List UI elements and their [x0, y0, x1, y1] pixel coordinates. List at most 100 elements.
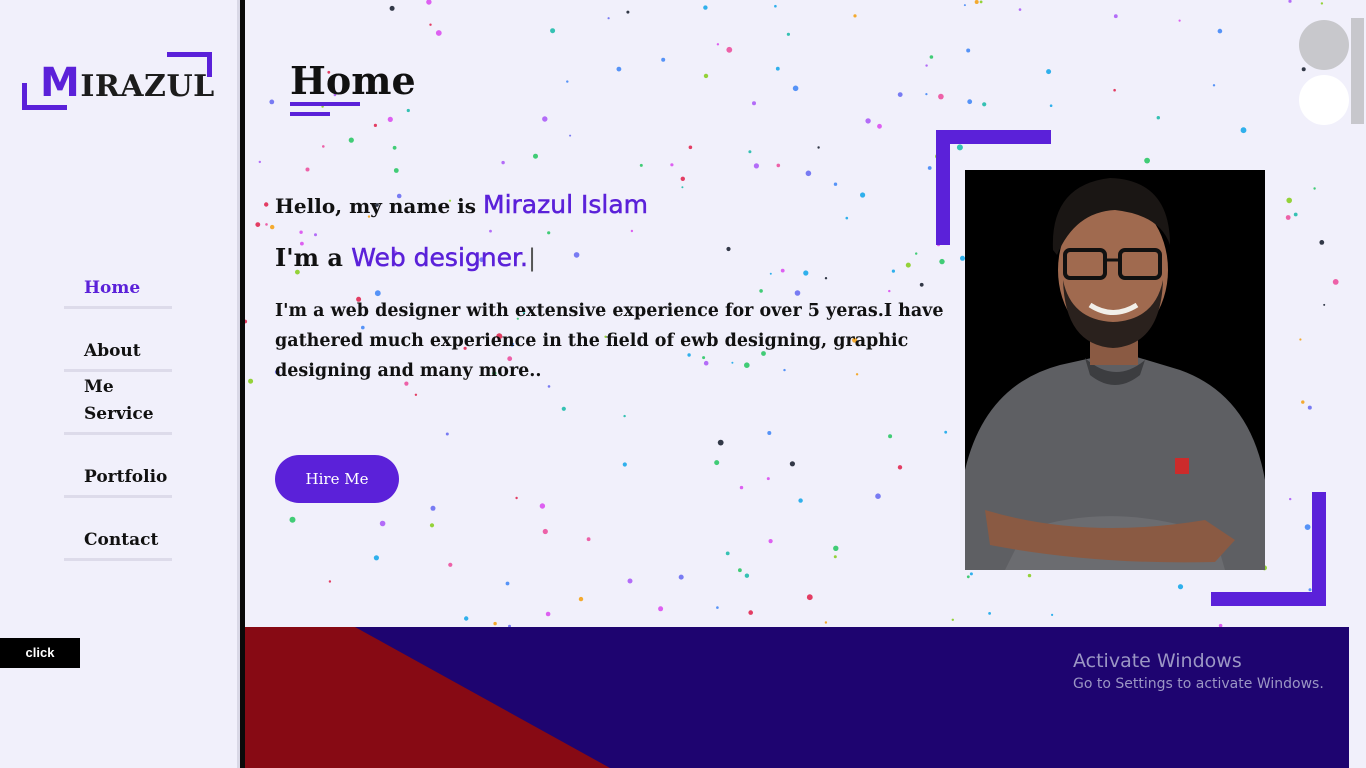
confetti-dot [566, 80, 569, 83]
confetti-dot [1319, 240, 1325, 245]
logo-text: MIRAZUL [40, 60, 215, 106]
confetti-dot [1046, 69, 1052, 75]
confetti-dot [845, 216, 849, 220]
confetti-dot [703, 73, 709, 79]
confetti-dot [464, 616, 469, 621]
confetti-dot [622, 462, 627, 467]
confetti-dot [967, 99, 973, 105]
confetti-dot [627, 578, 633, 584]
confetti-dot [974, 0, 979, 4]
confetti-dot [853, 14, 857, 18]
confetti-dot [1285, 215, 1291, 220]
page-title: Home [290, 58, 416, 103]
confetti-dot [726, 46, 733, 53]
logo[interactable]: MIRAZUL [22, 52, 215, 110]
confetti-dot [630, 229, 634, 233]
confetti-dot [888, 289, 891, 293]
nav-item-about-me[interactable]: About Me [64, 333, 172, 397]
confetti-dot [269, 99, 275, 105]
confetti-dot [714, 460, 720, 466]
confetti-dot [944, 430, 948, 434]
photo-frame-right [1312, 492, 1326, 606]
footer-shapes [245, 627, 610, 768]
confetti-dot [716, 43, 720, 46]
confetti-dot [775, 66, 780, 71]
greeting: Hello, my name is Mirazul Islam [275, 190, 648, 220]
confetti-dot [1332, 279, 1339, 285]
confetti-dot [688, 145, 693, 150]
sidebar: MIRAZUL Home About Me Service Portfolio … [0, 0, 236, 768]
photo-frame-bottom [1211, 592, 1326, 606]
confetti-dot [817, 146, 820, 149]
confetti-dot [739, 485, 744, 490]
confetti-dot [1217, 28, 1223, 34]
confetti-dot [1240, 127, 1247, 134]
hire-me-button[interactable]: Hire Me [275, 455, 399, 503]
confetti-dot [1027, 573, 1032, 578]
confetti-dot [963, 4, 966, 7]
confetti-dot [725, 551, 730, 556]
confetti-dot [493, 621, 497, 626]
theme-toggle-light[interactable] [1299, 75, 1349, 125]
nav-item-contact[interactable]: Contact [64, 522, 172, 561]
profession: Web designer. [351, 243, 528, 273]
confetti-dot [982, 102, 987, 107]
confetti-dot [703, 5, 708, 10]
confetti-dot [586, 537, 591, 542]
confetti-dot [448, 562, 453, 567]
confetti-dot [1323, 303, 1326, 306]
confetti-dot [768, 539, 773, 544]
confetti-dot [1307, 405, 1312, 410]
nav-item-service[interactable]: Service [64, 396, 172, 435]
confetti-dot [299, 230, 303, 234]
confetti-dot [744, 573, 750, 578]
confetti-dot [806, 594, 813, 601]
confetti-dot [270, 224, 275, 230]
confetti-dot [429, 23, 432, 26]
confetti-dot [623, 414, 626, 418]
activation-title: Activate Windows [1073, 650, 1242, 672]
confetti-dot [578, 596, 584, 602]
confetti-dot [966, 575, 970, 579]
logo-first-letter: M [40, 60, 81, 106]
confetti-dot [258, 160, 261, 164]
confetti-dot [1301, 67, 1306, 72]
scrollbar-thumb[interactable] [1351, 18, 1364, 124]
theme-toggle-dark[interactable] [1299, 20, 1349, 70]
confetti-dot [393, 168, 399, 173]
windows-activation-watermark: Activate Windows Go to Settings to activ… [1073, 650, 1324, 692]
confetti-dot [430, 505, 436, 511]
confetti-dot [539, 503, 546, 509]
confetti-dot [726, 246, 731, 252]
confetti-dot [1156, 116, 1160, 120]
role-line: I'm a Web designer.| [275, 243, 536, 273]
confetti-dot [626, 10, 630, 14]
confetti-dot [833, 555, 837, 559]
confetti-dot [792, 85, 799, 92]
confetti-dot [542, 116, 548, 122]
confetti-dot [658, 606, 664, 612]
confetti-dot [966, 48, 971, 53]
confetti-dot [875, 493, 881, 500]
confetti-dot [716, 606, 719, 609]
confetti-dot [392, 145, 397, 150]
confetti-dot [780, 268, 785, 273]
confetti-dot [426, 0, 432, 5]
photo-frame-left [936, 130, 950, 245]
confetti-dot [805, 170, 812, 177]
confetti-dot [748, 150, 752, 154]
main-nav: Home About Me Service Portfolio Contact [64, 270, 172, 585]
nav-item-home[interactable]: Home [64, 270, 172, 309]
nav-item-portfolio[interactable]: Portfolio [64, 459, 172, 498]
confetti-dot [988, 612, 991, 615]
confetti-dot [939, 258, 945, 265]
click-button[interactable]: click [0, 638, 80, 668]
confetti-dot [328, 580, 332, 583]
confetti-dot [905, 262, 911, 268]
confetti-dot [264, 202, 269, 207]
confetti-dot [897, 465, 903, 470]
role-prefix: I'm a [275, 243, 343, 272]
confetti-dot [550, 28, 556, 34]
confetti-dot [678, 574, 684, 580]
activation-subtitle: Go to Settings to activate Windows. [1073, 676, 1324, 692]
